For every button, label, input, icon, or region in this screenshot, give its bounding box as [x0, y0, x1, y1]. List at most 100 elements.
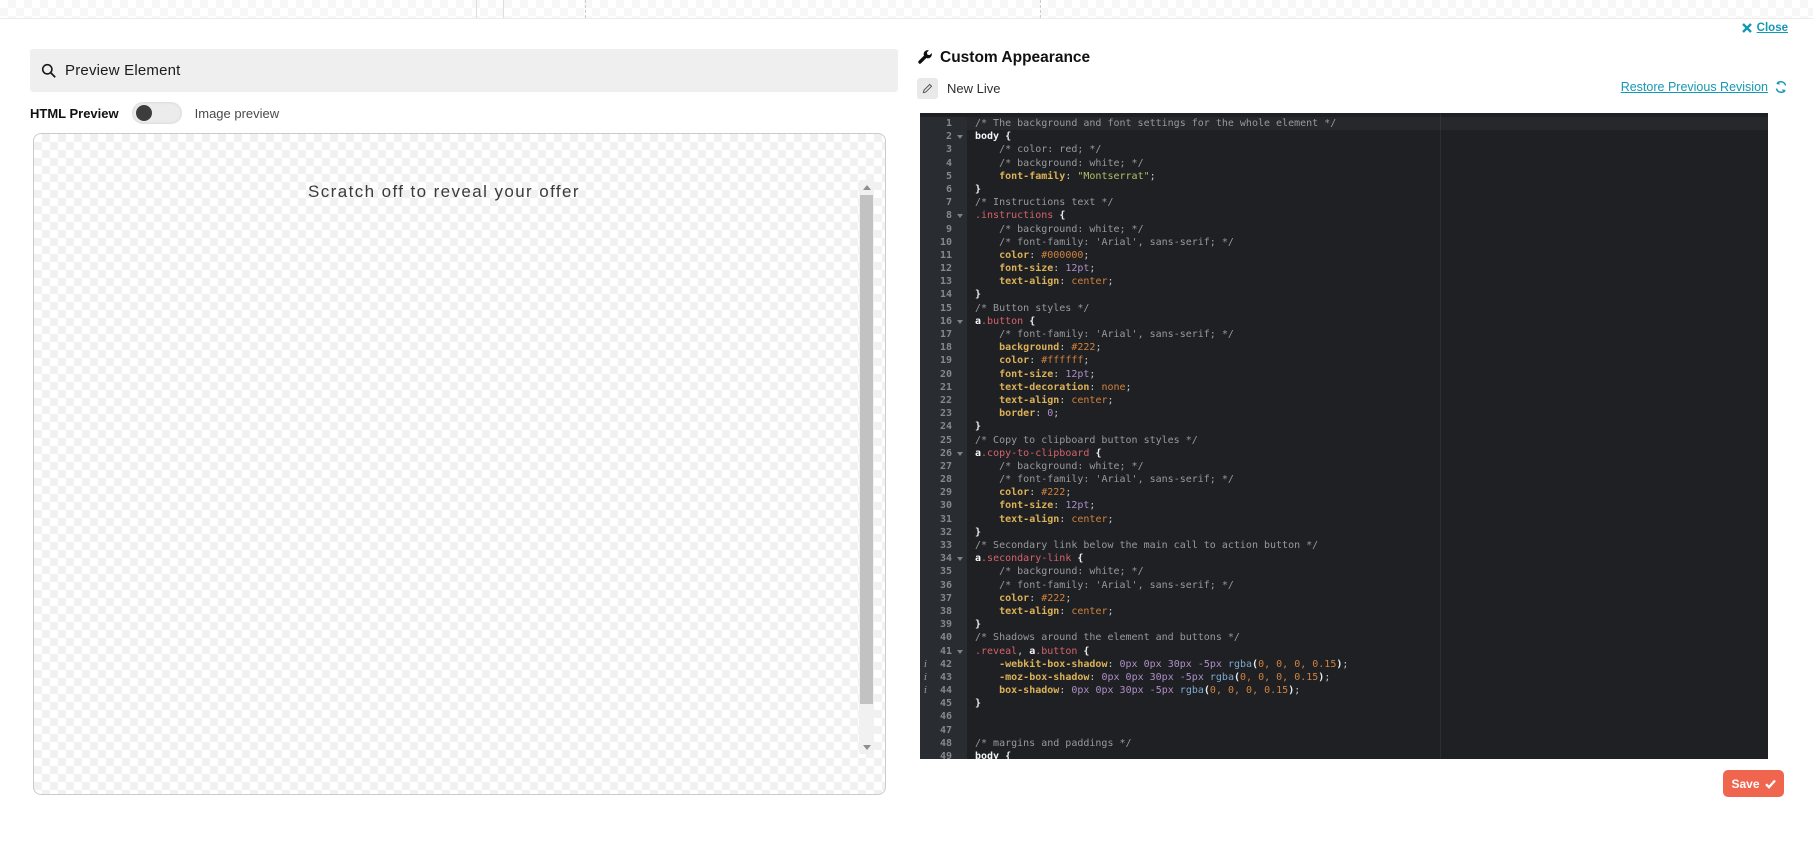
code-line: 1/* The background and font settings for…: [920, 117, 1768, 130]
code-line: 16a.button {: [920, 315, 1768, 328]
line-number: i44: [920, 684, 967, 697]
scroll-thumb[interactable]: [860, 195, 873, 704]
code-line: 21 text-decoration: none;: [920, 381, 1768, 394]
code-line: 25/* Copy to clipboard button styles */: [920, 434, 1768, 447]
appearance-header: Custom Appearance: [917, 49, 1090, 67]
preview-mode-toggle-row: HTML Preview Image preview: [30, 100, 279, 126]
line-number: 1: [920, 117, 967, 130]
code-line: 26a.copy-to-clipboard {: [920, 447, 1768, 460]
code-editor[interactable]: 1/* The background and font settings for…: [920, 113, 1768, 759]
refresh-icon: [1774, 80, 1788, 94]
line-number: 12: [920, 262, 967, 275]
wrench-icon: [917, 50, 933, 66]
line-number: 18: [920, 341, 967, 354]
code-line: 3 /* color: red; */: [920, 143, 1768, 156]
canvas-guide-line: [1040, 0, 1041, 18]
preview-mode-toggle[interactable]: [132, 102, 182, 124]
code-line: 9 /* background: white; */: [920, 223, 1768, 236]
code-line: 19 color: #ffffff;: [920, 354, 1768, 367]
line-number: 45: [920, 697, 967, 710]
line-number: 24: [920, 420, 967, 433]
line-number: 30: [920, 499, 967, 512]
info-icon: i: [924, 658, 927, 671]
code-line: 7/* Instructions text */: [920, 196, 1768, 209]
code-line: 34a.secondary-link {: [920, 552, 1768, 565]
line-number: 25: [920, 434, 967, 447]
check-icon: [1765, 779, 1776, 789]
code-line: 10 /* font-family: 'Arial', sans-serif; …: [920, 236, 1768, 249]
screen: Close Preview Element HTML Preview Image…: [0, 0, 1813, 849]
line-number: 20: [920, 368, 967, 381]
code-line: 28 /* font-family: 'Arial', sans-serif; …: [920, 473, 1768, 486]
code-line: i44 box-shadow: 0px 0px 30px -5px rgba(0…: [920, 684, 1768, 697]
canvas-background: [0, 0, 1813, 18]
appearance-title: Custom Appearance: [940, 49, 1090, 67]
code-line: 29 color: #222;: [920, 486, 1768, 499]
restore-revision-link[interactable]: Restore Previous Revision: [1621, 80, 1788, 94]
code-line: 46: [920, 710, 1768, 723]
close-button[interactable]: Close: [1742, 22, 1788, 34]
code-line: 23 border: 0;: [920, 407, 1768, 420]
code-line: 27 /* background: white; */: [920, 460, 1768, 473]
code-line: 17 /* font-family: 'Arial', sans-serif; …: [920, 328, 1768, 341]
line-number: 34: [920, 552, 967, 565]
line-number: 5: [920, 170, 967, 183]
code-line: 40/* Shadows around the element and butt…: [920, 631, 1768, 644]
code-line: 2body {: [920, 130, 1768, 143]
code-line: 8.instructions {: [920, 209, 1768, 222]
line-number: 21: [920, 381, 967, 394]
toggle-knob: [136, 105, 152, 121]
line-number: 3: [920, 143, 967, 156]
save-button[interactable]: Save: [1723, 770, 1784, 797]
code-line: 15/* Button styles */: [920, 302, 1768, 315]
code-line: 41.reveal, a.button {: [920, 645, 1768, 658]
line-number: 23: [920, 407, 967, 420]
line-number: 6: [920, 183, 967, 196]
fold-icon[interactable]: [957, 650, 963, 654]
preview-area: Scratch off to reveal your offer: [33, 133, 886, 795]
line-number: 19: [920, 354, 967, 367]
code-line: 13 text-align: center;: [920, 275, 1768, 288]
code-line: 37 color: #222;: [920, 592, 1768, 605]
line-number: 46: [920, 710, 967, 723]
code-line: 4 /* background: white; */: [920, 157, 1768, 170]
line-number: 41: [920, 645, 967, 658]
code-lines: 1/* The background and font settings for…: [920, 117, 1768, 759]
code-line: 12 font-size: 12pt;: [920, 262, 1768, 275]
code-line: 22 text-align: center;: [920, 394, 1768, 407]
line-number: 22: [920, 394, 967, 407]
line-number: 16: [920, 315, 967, 328]
preview-scrollbar[interactable]: [859, 180, 874, 754]
line-number: i42: [920, 658, 967, 671]
code-line: 20 font-size: 12pt;: [920, 368, 1768, 381]
code-line: 32}: [920, 526, 1768, 539]
code-line: 47: [920, 724, 1768, 737]
line-number: 14: [920, 288, 967, 301]
fold-icon[interactable]: [957, 452, 963, 456]
line-number: 33: [920, 539, 967, 552]
line-number: 32: [920, 526, 967, 539]
fold-icon[interactable]: [957, 214, 963, 218]
code-line: 38 text-align: center;: [920, 605, 1768, 618]
line-number: 2: [920, 130, 967, 143]
save-label: Save: [1731, 777, 1759, 791]
line-number: 10: [920, 236, 967, 249]
line-number: 9: [920, 223, 967, 236]
line-number: 11: [920, 249, 967, 262]
revision-chip: [917, 78, 938, 99]
editor-modal: Close Preview Element HTML Preview Image…: [0, 18, 1813, 849]
code-line: 39}: [920, 618, 1768, 631]
fold-icon[interactable]: [957, 557, 963, 561]
scroll-up-button[interactable]: [859, 180, 874, 194]
preview-header: Preview Element: [30, 49, 898, 92]
info-icon: i: [924, 671, 927, 684]
code-line: 24}: [920, 420, 1768, 433]
line-number: 40: [920, 631, 967, 644]
scroll-down-button[interactable]: [859, 740, 874, 754]
image-preview-label: Image preview: [195, 106, 280, 121]
fold-icon[interactable]: [957, 135, 963, 139]
code-line: 14}: [920, 288, 1768, 301]
fold-icon[interactable]: [957, 320, 963, 324]
code-line: 49body {: [920, 750, 1768, 759]
line-number: 4: [920, 157, 967, 170]
